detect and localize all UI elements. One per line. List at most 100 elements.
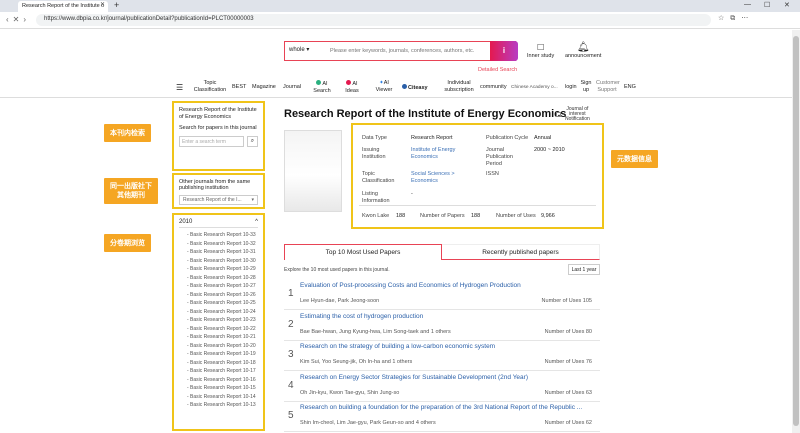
data-type-value: Research Report [411,135,453,141]
paper-title-link[interactable]: Estimating the cost of hydrogen producti… [300,313,423,320]
kwon-value: 188 [396,213,406,219]
issuing-label: Issuing Institution [362,147,386,160]
tab-recent[interactable]: Recently published papers [442,244,600,260]
volume-item[interactable]: - Basic Research Report 10-27 [187,282,258,291]
volume-item[interactable]: - Basic Research Report 10-13 [187,401,258,410]
paper-row: 5 Research on building a foundation for t… [284,402,600,432]
volume-item[interactable]: - Basic Research Report 10-16 [187,376,258,385]
uses-label: Number of Uses [496,213,536,219]
volume-item[interactable]: - Basic Research Report 10-18 [187,359,258,368]
journal-search-input[interactable]: Enter a search term [179,136,244,147]
volume-item[interactable]: - Basic Research Report 10-31 [187,248,258,257]
volume-browser: 2010 ^ - Basic Research Report 10-33- Bas… [172,213,265,431]
paper-title-link[interactable]: Research on Energy Sector Strategies for… [300,374,528,381]
scrollbar-thumb[interactable] [793,36,799,426]
volume-item[interactable]: - Basic Research Report 10-23 [187,316,258,325]
volume-item[interactable]: - Basic Research Report 10-25 [187,299,258,308]
detailed-search-link[interactable]: Detailed Search [478,67,517,73]
search-input[interactable] [330,45,480,57]
menu-individual[interactable]: Individual subscription [440,80,478,94]
listing-label: Listing Information [362,191,390,204]
search-icon[interactable]: ⌕ [246,136,258,147]
volume-item[interactable]: - Basic Research Report 10-20 [187,342,258,351]
period-select[interactable]: Last 1 year [568,264,600,275]
close-window-icon[interactable]: ✕ [784,1,790,9]
menu-ai-search[interactable]: AI Search [308,80,336,95]
chevron-down-icon: ▾ [251,197,254,203]
paper-title-link[interactable]: Research on the strategy of building a l… [300,343,495,350]
menu-ai-ideas[interactable]: AI Ideas [341,80,363,95]
login-link[interactable]: login [565,84,577,91]
listing-value: - [411,191,413,197]
hamburger-icon[interactable]: ☰ [176,84,183,92]
select-value: Research Report of the I... [183,197,242,203]
maximize-icon[interactable]: ☐ [764,1,770,9]
annotation-same-publisher: 同一出版社下其他期刊 [104,178,158,204]
year-toggle[interactable]: 2010 ^ [179,219,258,228]
navigation-icons[interactable]: ‹✕› [6,15,30,24]
ai-search-dot-icon [316,80,322,85]
paper-rank: 5 [288,410,294,421]
paper-uses: Number of Uses 105 [541,298,592,304]
volume-item[interactable]: - Basic Research Report 10-29 [187,265,258,274]
cycle-value: Annual [534,135,552,141]
volume-item[interactable]: - Basic Research Report 10-24 [187,308,258,317]
signup-link[interactable]: Sign up [580,80,592,94]
close-tab-icon[interactable]: ✕ [100,1,105,8]
academy-label[interactable]: Chinese Academy o... [511,84,558,91]
metadata-divider [359,205,596,206]
customer-support-link[interactable]: Customer Support [596,80,620,94]
search-button[interactable]: i [490,41,518,61]
browser-tab-bar [0,0,800,12]
menu-topic[interactable]: Topic Classification [192,80,228,94]
paper-row: 1 Evaluation of Post-processing Costs and… [284,280,600,310]
url-bar[interactable]: https://www.dbpia.co.kr/journal/publicat… [36,14,711,26]
paper-authors: Kim Sui, Yoo Seung-jik, Oh In-ha and 1 o… [300,359,413,365]
menu-journal[interactable]: Journal [283,84,301,91]
volume-item[interactable]: - Basic Research Report 10-32 [187,240,258,249]
book-icon: □ [537,42,544,53]
tab-top10[interactable]: Top 10 Most Used Papers [284,244,442,260]
volume-item[interactable]: - Basic Research Report 10-22 [187,325,258,334]
publisher-journal-select[interactable]: Research Report of the I... ▾ [179,195,258,205]
explore-text: Explore the 10 most used papers in this … [284,267,390,273]
menu-magazine[interactable]: Magazine [252,84,276,91]
volume-item[interactable]: - Basic Research Report 10-30 [187,257,258,266]
papers-value: 188 [471,213,481,219]
volume-item[interactable]: - Basic Research Report 10-33 [187,231,258,240]
paper-title-link[interactable]: Research on building a foundation for th… [300,404,582,411]
language-link[interactable]: ENG [624,84,636,91]
volume-item[interactable]: - Basic Research Report 10-14 [187,393,258,402]
paper-rank: 4 [288,379,294,391]
volume-item[interactable]: - Basic Research Report 10-26 [187,291,258,300]
journal-notification-toggle[interactable]: Journal of interest Notification [556,107,592,122]
topic-link[interactable]: Social Sciences > Economics [411,171,471,185]
menu-citeasy[interactable]: Citeasy [402,84,428,92]
menu-ai-viewer[interactable]: ✦AI Viewer [371,80,397,94]
new-tab-icon[interactable]: + [114,0,119,10]
menu-best[interactable]: BEST [232,84,246,91]
issuing-link[interactable]: Institute of Energy Economics [411,147,471,161]
volume-item[interactable]: - Basic Research Report 10-17 [187,367,258,376]
browser-toolbar-icons[interactable]: ☆⧉⋯ [718,14,754,23]
journal-cover-image [284,130,342,212]
paper-title-link[interactable]: Evaluation of Post-processing Costs and … [300,282,521,289]
announcement-link[interactable]: 🔔︎ announcement [565,42,601,60]
minimize-icon[interactable]: — [744,1,751,8]
metadata-panel: Data Type Research Report Issuing Instit… [351,123,604,229]
volume-item[interactable]: - Basic Research Report 10-28 [187,274,258,283]
volume-item[interactable]: - Basic Research Report 10-19 [187,350,258,359]
bell-icon: 🔔︎ [576,42,590,53]
browser-tab[interactable]: Research Report of the Institute o [18,1,108,12]
paper-uses: Number of Uses 80 [544,328,592,335]
journal-search-panel: Research Report of the Institute of Ener… [172,101,265,171]
panel-search-sub: Search for papers in this journal [179,125,257,131]
volume-item[interactable]: - Basic Research Report 10-21 [187,333,258,342]
search-scope-select[interactable]: whole ▾ [286,44,326,58]
period-value: 2000 ~ 2010 [534,147,565,153]
menu-community[interactable]: community [480,84,507,91]
url-text: https://www.dbpia.co.kr/journal/publicat… [44,16,254,22]
inner-study-link[interactable]: □ Inner study [527,42,554,60]
volume-item[interactable]: - Basic Research Report 10-15 [187,384,258,393]
chevron-down-icon: ▾ [306,47,310,53]
